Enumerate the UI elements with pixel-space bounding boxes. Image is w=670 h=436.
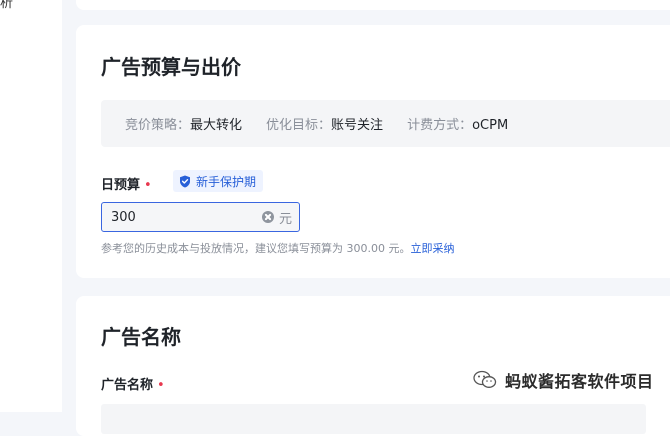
- watermark: 蚂蚁酱拓客软件项目: [473, 368, 654, 392]
- info-optimization-goal: 优化目标：账号关注: [266, 114, 383, 133]
- watermark-text: 蚂蚁酱拓客软件项目: [505, 372, 654, 391]
- wechat-icon: [473, 370, 497, 388]
- required-mark: •: [157, 378, 165, 393]
- daily-budget-input[interactable]: 300 元: [101, 202, 300, 232]
- sidebar: 析: [0, 0, 62, 412]
- newbie-protection-badge: 新手保护期: [173, 170, 264, 192]
- label-text: 广告名称: [101, 378, 154, 393]
- shield-check-icon: [180, 175, 190, 187]
- required-mark: •: [144, 178, 152, 193]
- ad-name-section: 广告名称 广告名称 •: [76, 296, 670, 436]
- badge-text: 新手保护期: [196, 174, 257, 189]
- info-key: 计费方式：: [407, 118, 473, 133]
- budget-suggestion-hint: 参考您的历史成本与投放情况，建议您填写预算为 300.00 元。立即采纳: [101, 240, 454, 256]
- info-value: oCPM: [472, 118, 509, 133]
- ad-name-label: 广告名称 •: [101, 374, 165, 393]
- sidebar-item-fragment[interactable]: 析: [0, 0, 13, 11]
- info-key: 竞价策略：: [125, 118, 191, 133]
- section-title: 广告预算与出价: [101, 55, 241, 79]
- ad-name-input[interactable]: [101, 404, 646, 434]
- clear-icon[interactable]: [262, 211, 274, 223]
- info-value: 账号关注: [331, 118, 384, 133]
- info-key: 优化目标：: [266, 118, 332, 133]
- hint-text: 参考您的历史成本与投放情况，建议您填写预算为 300.00 元。: [101, 242, 411, 255]
- label-text: 日预算: [101, 178, 141, 193]
- daily-budget-label: 日预算 •: [101, 174, 152, 193]
- section-title: 广告名称: [101, 325, 181, 349]
- budget-bid-section: 广告预算与出价 竞价策略：最大转化 优化目标：账号关注 计费方式：oCPM 日预…: [76, 25, 670, 278]
- unit-label: 元: [279, 211, 293, 227]
- info-value: 最大转化: [190, 118, 243, 133]
- bid-strategy-info-bar: 竞价策略：最大转化 优化目标：账号关注 计费方式：oCPM: [101, 100, 670, 147]
- previous-section-card: [76, 0, 670, 10]
- info-billing-method: 计费方式：oCPM: [407, 114, 508, 133]
- adopt-now-link[interactable]: 立即采纳: [410, 242, 454, 255]
- info-bid-strategy: 竞价策略：最大转化: [125, 114, 242, 133]
- input-value[interactable]: 300: [111, 210, 136, 225]
